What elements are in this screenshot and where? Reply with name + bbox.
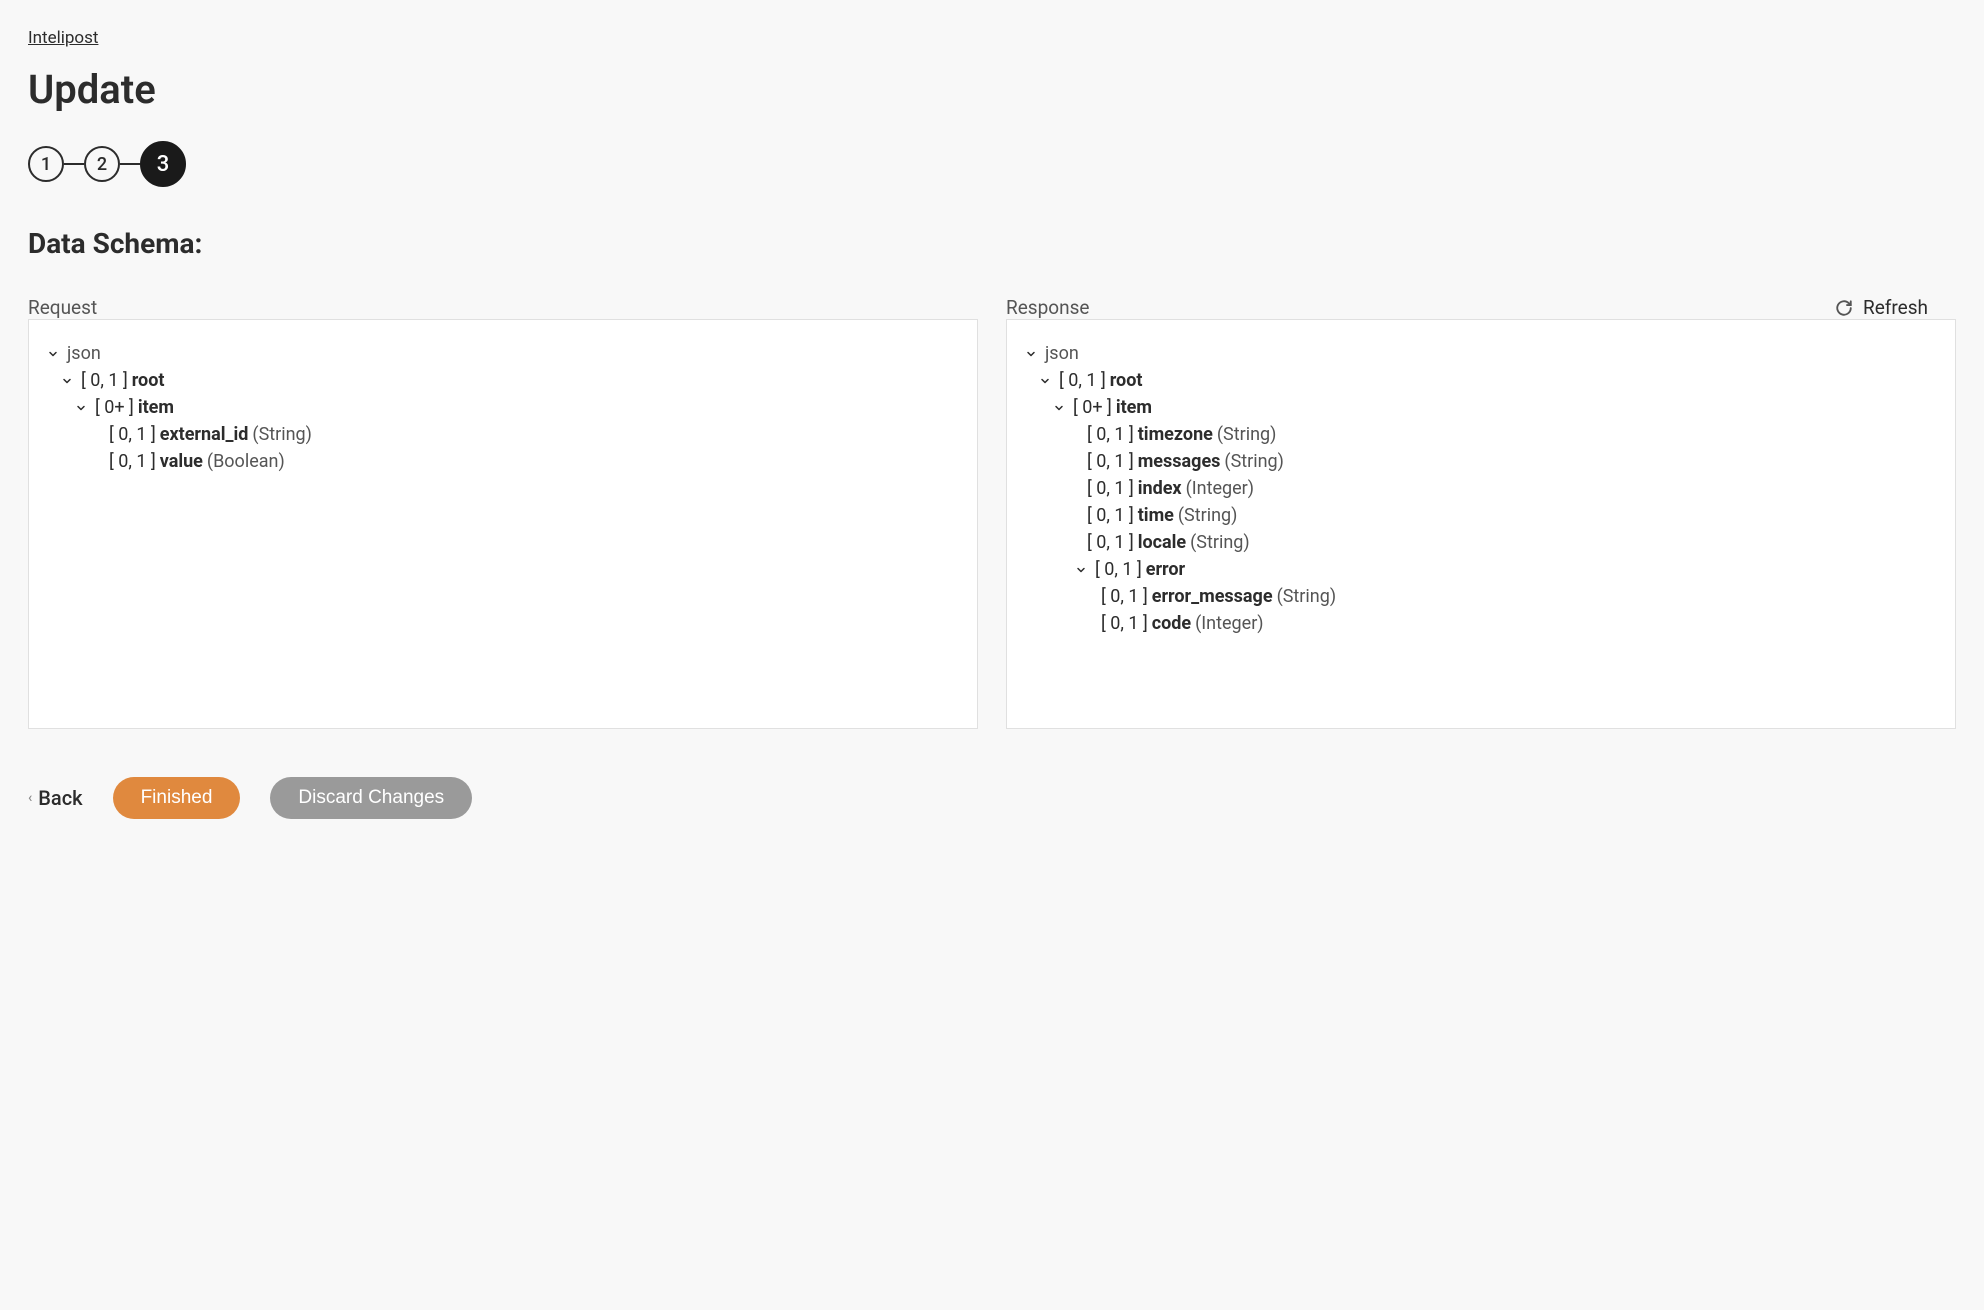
tree-node-type: (String) [1217, 424, 1277, 445]
tree-node-name: root [1110, 370, 1143, 391]
tree-row[interactable]: json [45, 340, 961, 367]
chevron-down-icon[interactable] [45, 348, 61, 360]
request-schema-panel: json[ 0, 1 ] root[ 0+ ] item[ 0, 1 ] ext… [28, 319, 978, 729]
request-label: Request [28, 296, 978, 319]
tree-node-cardinality: [ 0+ ] [95, 397, 134, 418]
response-label: Response [1006, 296, 1956, 319]
chevron-down-icon[interactable] [1037, 375, 1053, 387]
back-button[interactable]: ‹ Back [28, 786, 83, 810]
back-label: Back [38, 786, 82, 810]
tree-row[interactable]: [ 0, 1 ] code (Integer) [1023, 610, 1939, 637]
chevron-down-icon[interactable] [73, 402, 89, 414]
tree-row[interactable]: [ 0, 1 ] root [45, 367, 961, 394]
tree-node-type: (Boolean) [207, 451, 285, 472]
tree-node-name: external_id [160, 424, 249, 445]
tree-node-cardinality: [ 0, 1 ] [1087, 424, 1134, 445]
tree-node-cardinality: [ 0, 1 ] [109, 451, 156, 472]
tree-node-cardinality: [ 0, 1 ] [1087, 532, 1134, 553]
tree-node-name: value [160, 451, 203, 472]
tree-row[interactable]: [ 0, 1 ] external_id (String) [45, 421, 961, 448]
step-3[interactable]: 3 [140, 141, 186, 187]
tree-node-name: locale [1138, 532, 1186, 553]
tree-node-name: messages [1138, 451, 1221, 472]
tree-node-cardinality: [ 0+ ] [1073, 397, 1112, 418]
tree-node-cardinality: [ 0, 1 ] [1059, 370, 1106, 391]
tree-row[interactable]: json [1023, 340, 1939, 367]
tree-node-cardinality: [ 0, 1 ] [1095, 559, 1142, 580]
finished-button[interactable]: Finished [113, 777, 241, 819]
page-title: Update [28, 66, 1956, 113]
chevron-down-icon[interactable] [59, 375, 75, 387]
tree-row[interactable]: [ 0, 1 ] locale (String) [1023, 529, 1939, 556]
tree-node-name: time [1138, 505, 1174, 526]
step-connector [64, 163, 84, 165]
chevron-down-icon[interactable] [1051, 402, 1067, 414]
tree-node-type: (String) [1190, 532, 1250, 553]
tree-row[interactable]: [ 0+ ] item [1023, 394, 1939, 421]
refresh-label: Refresh [1863, 296, 1928, 319]
tree-node-label: json [67, 343, 101, 364]
tree-node-cardinality: [ 0, 1 ] [109, 424, 156, 445]
chevron-down-icon[interactable] [1023, 348, 1039, 360]
tree-row[interactable]: [ 0, 1 ] messages (String) [1023, 448, 1939, 475]
refresh-icon [1835, 299, 1853, 317]
tree-row[interactable]: [ 0, 1 ] value (Boolean) [45, 448, 961, 475]
tree-row[interactable]: [ 0, 1 ] error [1023, 556, 1939, 583]
tree-node-cardinality: [ 0, 1 ] [81, 370, 128, 391]
tree-node-cardinality: [ 0, 1 ] [1087, 451, 1134, 472]
tree-node-name: error_message [1152, 586, 1273, 607]
refresh-button[interactable]: Refresh [1835, 296, 1928, 319]
tree-node-type: (String) [1178, 505, 1238, 526]
step-1[interactable]: 1 [28, 146, 64, 182]
tree-node-cardinality: [ 0, 1 ] [1087, 505, 1134, 526]
chevron-left-icon: ‹ [28, 790, 32, 806]
chevron-down-icon[interactable] [1073, 564, 1089, 576]
tree-row[interactable]: [ 0, 1 ] root [1023, 367, 1939, 394]
step-connector [120, 163, 140, 165]
tree-node-name: error [1146, 559, 1185, 580]
section-title: Data Schema: [28, 227, 1956, 260]
tree-node-cardinality: [ 0, 1 ] [1087, 478, 1134, 499]
tree-node-name: item [1116, 397, 1152, 418]
tree-node-type: (Integer) [1186, 478, 1254, 499]
tree-node-name: timezone [1138, 424, 1213, 445]
discard-button[interactable]: Discard Changes [270, 777, 472, 819]
breadcrumb[interactable]: Intelipost [28, 28, 98, 48]
tree-node-name: item [138, 397, 174, 418]
response-schema-panel: json[ 0, 1 ] root[ 0+ ] item[ 0, 1 ] tim… [1006, 319, 1956, 729]
tree-row[interactable]: [ 0, 1 ] time (String) [1023, 502, 1939, 529]
tree-node-name: root [132, 370, 165, 391]
tree-node-name: code [1152, 613, 1191, 634]
tree-node-name: index [1138, 478, 1182, 499]
tree-node-cardinality: [ 0, 1 ] [1101, 613, 1148, 634]
tree-node-type: (Integer) [1195, 613, 1263, 634]
tree-row[interactable]: [ 0, 1 ] index (Integer) [1023, 475, 1939, 502]
tree-node-type: (String) [1224, 451, 1284, 472]
tree-row[interactable]: [ 0+ ] item [45, 394, 961, 421]
tree-node-type: (String) [1277, 586, 1337, 607]
tree-node-cardinality: [ 0, 1 ] [1101, 586, 1148, 607]
step-2[interactable]: 2 [84, 146, 120, 182]
tree-node-label: json [1045, 343, 1079, 364]
tree-row[interactable]: [ 0, 1 ] error_message (String) [1023, 583, 1939, 610]
stepper: 123 [28, 141, 1956, 187]
tree-row[interactable]: [ 0, 1 ] timezone (String) [1023, 421, 1939, 448]
tree-node-type: (String) [252, 424, 312, 445]
